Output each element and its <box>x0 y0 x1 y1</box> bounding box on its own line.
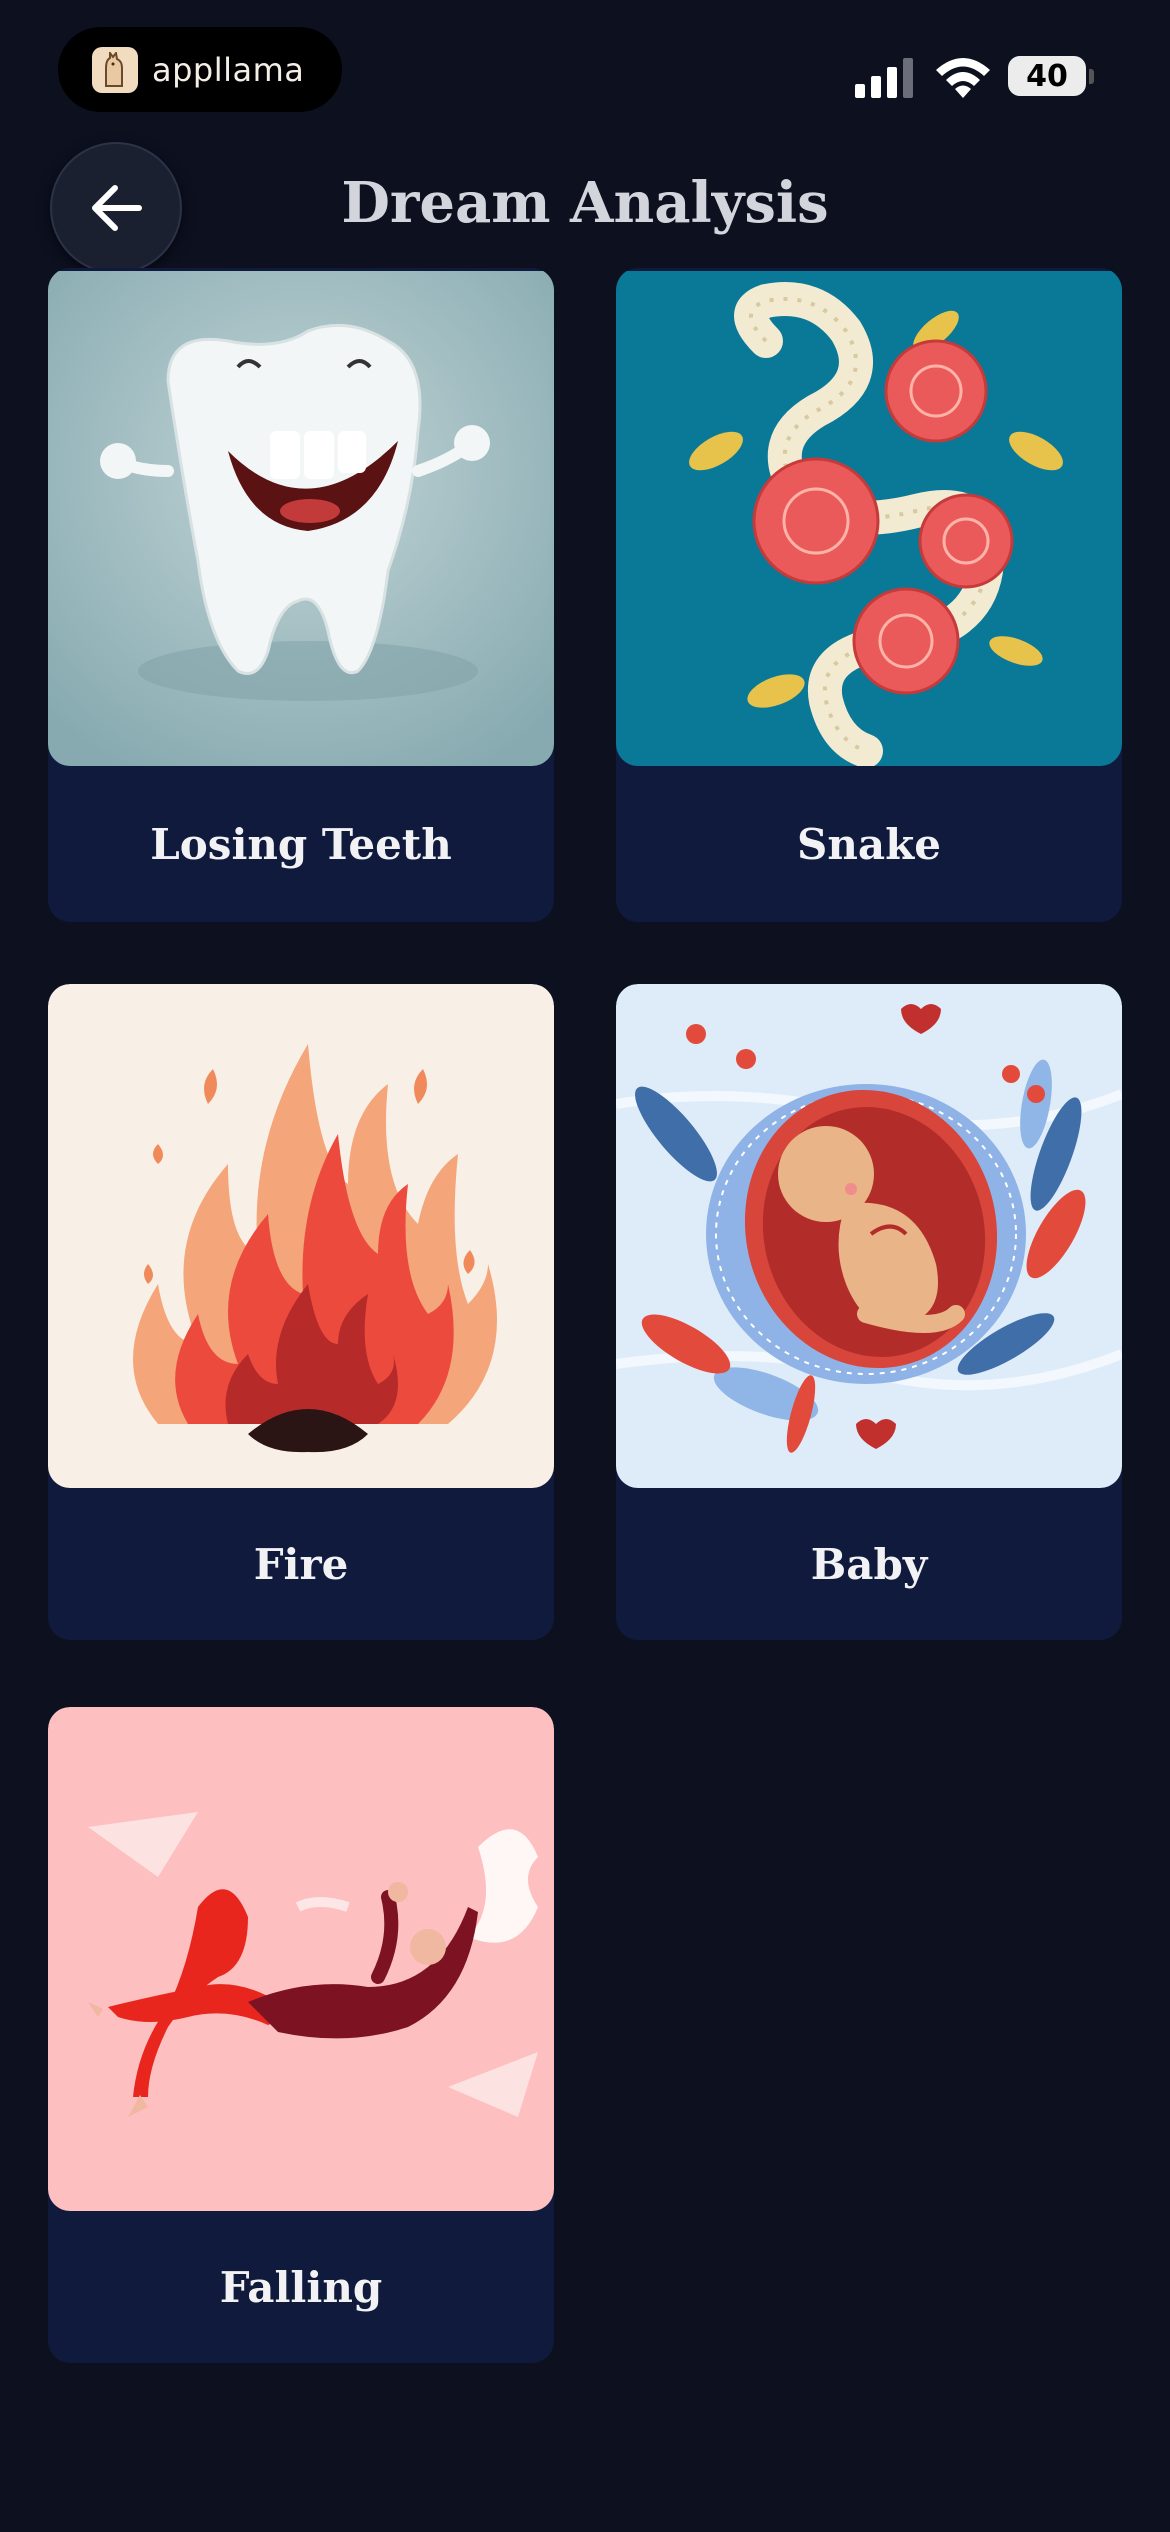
card-label: Snake <box>797 819 941 869</box>
dream-card-baby[interactable]: Baby <box>616 984 1122 1640</box>
battery-tip <box>1089 69 1094 84</box>
cellular-signal-icon <box>855 58 913 98</box>
fire-illustration <box>48 984 554 1488</box>
card-label: Falling <box>219 2262 383 2312</box>
falling-illustration <box>48 1707 554 2211</box>
snake-illustration <box>616 268 1122 766</box>
tooth-illustration <box>48 268 554 766</box>
llama-logo-icon <box>92 46 138 93</box>
baby-illustration <box>616 984 1122 1488</box>
app-badge: appllama <box>58 27 342 112</box>
dream-card-falling[interactable]: Falling <box>48 1707 554 2363</box>
brand-name: appllama <box>152 50 305 89</box>
card-label: Losing Teeth <box>150 819 452 869</box>
page-title: Dream Analysis <box>341 170 829 236</box>
wifi-icon <box>936 58 990 98</box>
battery-indicator: 40 <box>1008 56 1086 96</box>
dream-card-fire[interactable]: Fire <box>48 984 554 1640</box>
card-label: Baby <box>810 1539 928 1589</box>
dream-card-snake[interactable]: Snake <box>616 268 1122 922</box>
card-label: Fire <box>253 1539 349 1589</box>
dream-card-losing-teeth[interactable]: Losing Teeth <box>48 268 554 922</box>
